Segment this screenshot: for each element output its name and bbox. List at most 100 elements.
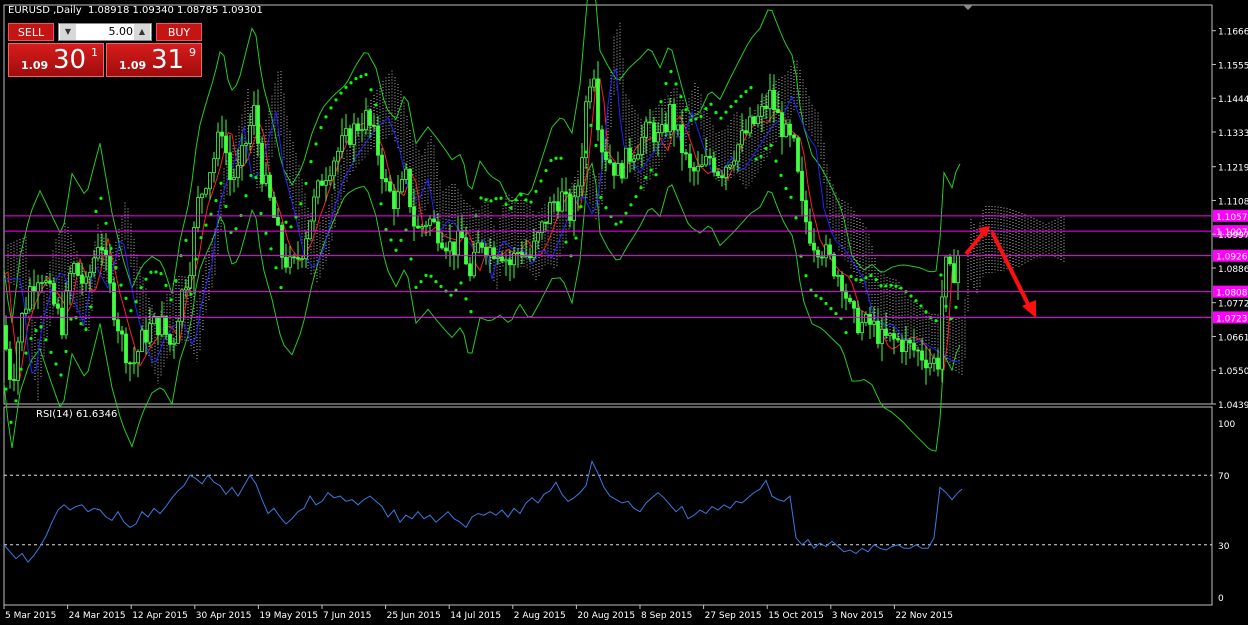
sar-dot (164, 283, 168, 287)
sar-dot (9, 420, 13, 425)
sar-dot (869, 273, 873, 278)
sar-dot (749, 85, 753, 90)
candle-body (956, 254, 960, 284)
chart-canvas[interactable]: 1.105751.100731.092651.080831.072371.166… (0, 0, 1248, 625)
chart-shift-marker (963, 5, 973, 10)
sar-dot (149, 270, 153, 274)
sar-dot (204, 223, 208, 227)
candle-body (664, 124, 668, 133)
sell-price-box[interactable]: 1.09 30 1 (8, 43, 104, 77)
candle-body (800, 170, 804, 201)
lot-size-value[interactable]: 5.00 (79, 24, 134, 40)
increase-lot-icon[interactable]: ▲ (134, 24, 150, 40)
sar-dot (119, 283, 123, 287)
lot-size-input[interactable]: ▼ 5.00 ▲ (58, 23, 152, 41)
sell-price-prefix: 1.09 (21, 59, 49, 72)
sar-dot (69, 317, 73, 321)
candle-body (680, 124, 684, 154)
candle-body (832, 253, 836, 277)
buy-price-box[interactable]: 1.09 31 9 (106, 43, 202, 77)
candle-body (312, 196, 316, 222)
candle-body (140, 329, 144, 352)
candle-body (584, 101, 588, 159)
candle-body (848, 297, 852, 302)
sar-dot (499, 196, 503, 200)
candle-body (260, 143, 264, 184)
sar-dot (529, 200, 533, 204)
x-tick-label: 27 Sep 2015 (705, 611, 762, 621)
sar-dot (439, 284, 443, 289)
sar-dot (889, 283, 893, 287)
candle-body (348, 128, 352, 145)
candle-body (904, 339, 908, 353)
decrease-lot-icon[interactable]: ▼ (60, 24, 76, 40)
candle-body (900, 339, 904, 353)
candle-body (144, 329, 148, 343)
candle-body (360, 129, 364, 132)
sar-dot (584, 150, 588, 154)
candle-body (96, 247, 100, 259)
sar-dot (764, 146, 768, 151)
sar-dot (304, 181, 308, 186)
rsi-panel-frame (3, 406, 1213, 606)
sar-dot (549, 158, 553, 163)
candle-body (908, 339, 912, 344)
buy-button[interactable]: BUY (156, 23, 202, 41)
sar-dot (314, 142, 318, 146)
candle-body (52, 282, 56, 305)
candle-body (184, 287, 188, 291)
x-tick-label: 19 May 2015 (259, 611, 318, 621)
candle-body (412, 206, 416, 227)
candle-body (4, 325, 8, 350)
sar-dot (819, 296, 823, 301)
x-tick-label: 14 Jul 2015 (450, 611, 501, 621)
x-tick-label: 3 Nov 2015 (832, 611, 884, 621)
candle-body (244, 143, 248, 146)
candle-body (868, 313, 872, 325)
sar-dot (634, 195, 638, 199)
candle-body (588, 86, 592, 103)
candle-body (280, 224, 284, 258)
x-tick-label: 8 Sep 2015 (641, 611, 692, 621)
candle-body (576, 185, 580, 198)
candle-body (400, 179, 404, 193)
sar-dot (859, 278, 863, 282)
sar-dot (579, 204, 583, 209)
candle-body (44, 280, 48, 283)
candle-body (684, 152, 688, 155)
sell-button[interactable]: SELL (8, 23, 54, 41)
sar-dot (849, 274, 853, 278)
buy-price-fraction: 9 (189, 46, 196, 59)
sar-dot (854, 278, 858, 282)
candle-body (920, 350, 924, 361)
candle-body (204, 188, 208, 195)
sar-dot (39, 325, 43, 329)
candle-body (224, 135, 228, 154)
candle-body (796, 137, 800, 172)
sar-dot (779, 173, 783, 177)
x-tick-label: 5 Mar 2015 (5, 611, 56, 621)
candle-body (788, 123, 792, 136)
x-tick-label: 12 Apr 2015 (132, 611, 188, 621)
candle-body (760, 106, 764, 117)
sar-dot (24, 351, 28, 355)
candle-body (724, 166, 728, 178)
candle-body (128, 362, 132, 365)
sar-dot (409, 257, 413, 261)
x-tick-label: 2 Aug 2015 (514, 611, 566, 621)
candle-body (872, 320, 876, 325)
candle-body (84, 276, 88, 284)
sar-dot (914, 299, 918, 303)
sar-dot (274, 266, 278, 270)
sar-dot (489, 199, 493, 203)
candle-body (212, 158, 216, 174)
candle-body (308, 220, 312, 240)
sar-dot (954, 305, 958, 309)
sar-dot (4, 387, 8, 391)
sar-dot (319, 126, 323, 130)
sar-dot (84, 327, 88, 332)
candle-body (336, 150, 340, 162)
sar-dot (49, 350, 53, 354)
candle-body (12, 379, 16, 381)
candle-body (64, 290, 68, 336)
